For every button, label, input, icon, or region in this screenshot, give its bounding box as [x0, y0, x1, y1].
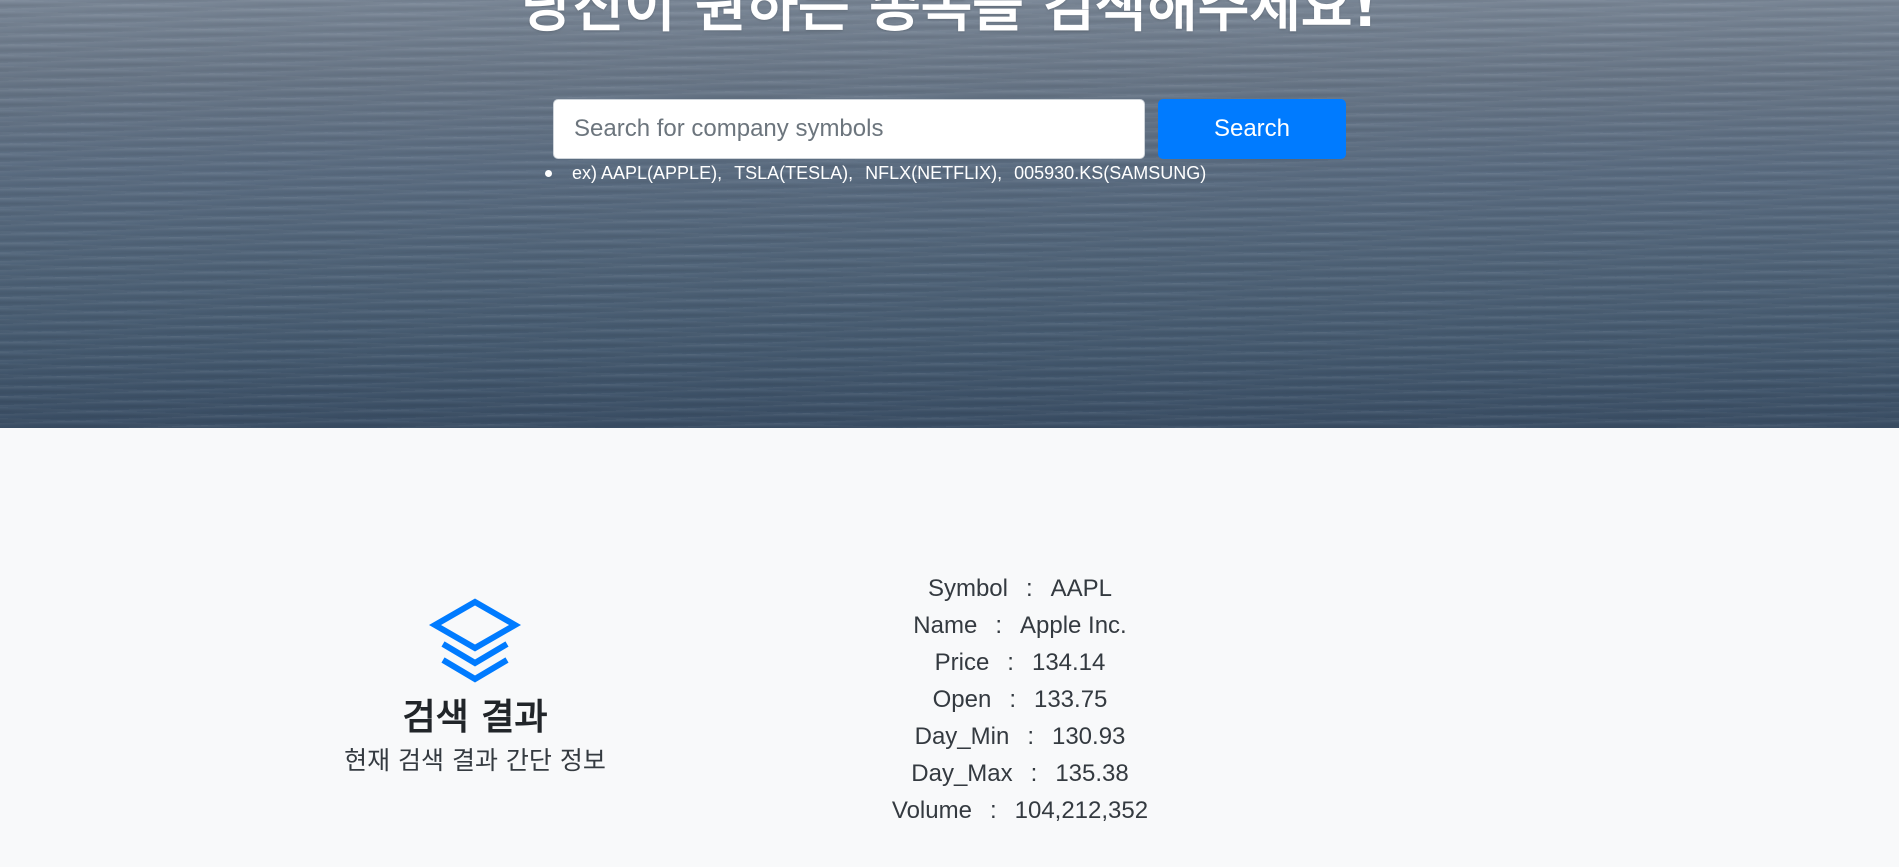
hero-title: 당신이 원하는 종목을 검색해주세요!: [521, 0, 1378, 40]
info-separator: :: [1027, 723, 1034, 750]
example-symbol: 005930.KS(SAMSUNG): [1014, 163, 1207, 183]
info-separator: :: [1009, 686, 1016, 713]
example-symbol: NFLX(NETFLIX),: [865, 163, 1003, 183]
info-row-name: Name: Apple Inc.: [790, 607, 1250, 644]
info-label: Day_Max: [911, 760, 1013, 787]
info-label: Volume: [891, 797, 972, 824]
info-separator: :: [1007, 649, 1014, 676]
result-title: 검색 결과: [402, 697, 548, 738]
search-input[interactable]: [553, 99, 1145, 159]
info-separator: :: [1025, 575, 1033, 602]
bullet-icon: [545, 170, 552, 177]
search-button[interactable]: Search: [1158, 99, 1346, 159]
info-label: Name: [913, 612, 978, 639]
example-symbols-list: ex) AAPL(APPLE), TSLA(TESLA), NFLX(NETFL…: [545, 163, 1218, 184]
info-label: Day_Min: [914, 723, 1010, 750]
info-separator: :: [989, 797, 997, 824]
info-value: AAPL: [1050, 575, 1113, 602]
info-label: Symbol: [927, 575, 1008, 602]
info-row-open: Open:133.75: [790, 681, 1250, 718]
example-symbol: TSLA(TESLA),: [734, 163, 854, 183]
info-row-volume: Volume:104,212,352: [790, 792, 1250, 829]
info-value: 135.38: [1055, 760, 1129, 787]
layers-icon: [428, 598, 522, 683]
info-value: Apple Inc.: [1019, 612, 1127, 639]
info-row-day-min: Day_Min:130.93: [790, 718, 1250, 755]
info-value: 133.75: [1033, 686, 1108, 713]
info-row-price: Price:134.14: [790, 644, 1250, 681]
result-summary: 검색 결과 현재 검색 결과 간단 정보: [330, 594, 620, 778]
info-value: 104,212,352: [1014, 797, 1149, 824]
example-symbol: ex) AAPL(APPLE),: [572, 163, 723, 183]
example-symbols-item: ex) AAPL(APPLE), TSLA(TESLA), NFLX(NETFL…: [545, 163, 1218, 184]
info-separator: :: [1030, 760, 1038, 787]
result-subtitle: 현재 검색 결과 간단 정보: [344, 746, 606, 775]
info-separator: :: [995, 612, 1002, 639]
info-row-symbol: Symbol: AAPL: [790, 570, 1250, 607]
info-value: 130.93: [1051, 723, 1126, 750]
stock-info: Symbol: AAPL Name: Apple Inc. Price:134.14…: [790, 570, 1250, 829]
info-value: 134.14: [1031, 649, 1106, 676]
hero-section: 당신이 원하는 종목을 검색해주세요! Search ex) AAPL(APPL…: [0, 0, 1899, 428]
info-label: Price: [934, 649, 990, 676]
info-row-day-max: Day_Max:135.38: [790, 755, 1250, 792]
info-label: Open: [932, 686, 992, 713]
